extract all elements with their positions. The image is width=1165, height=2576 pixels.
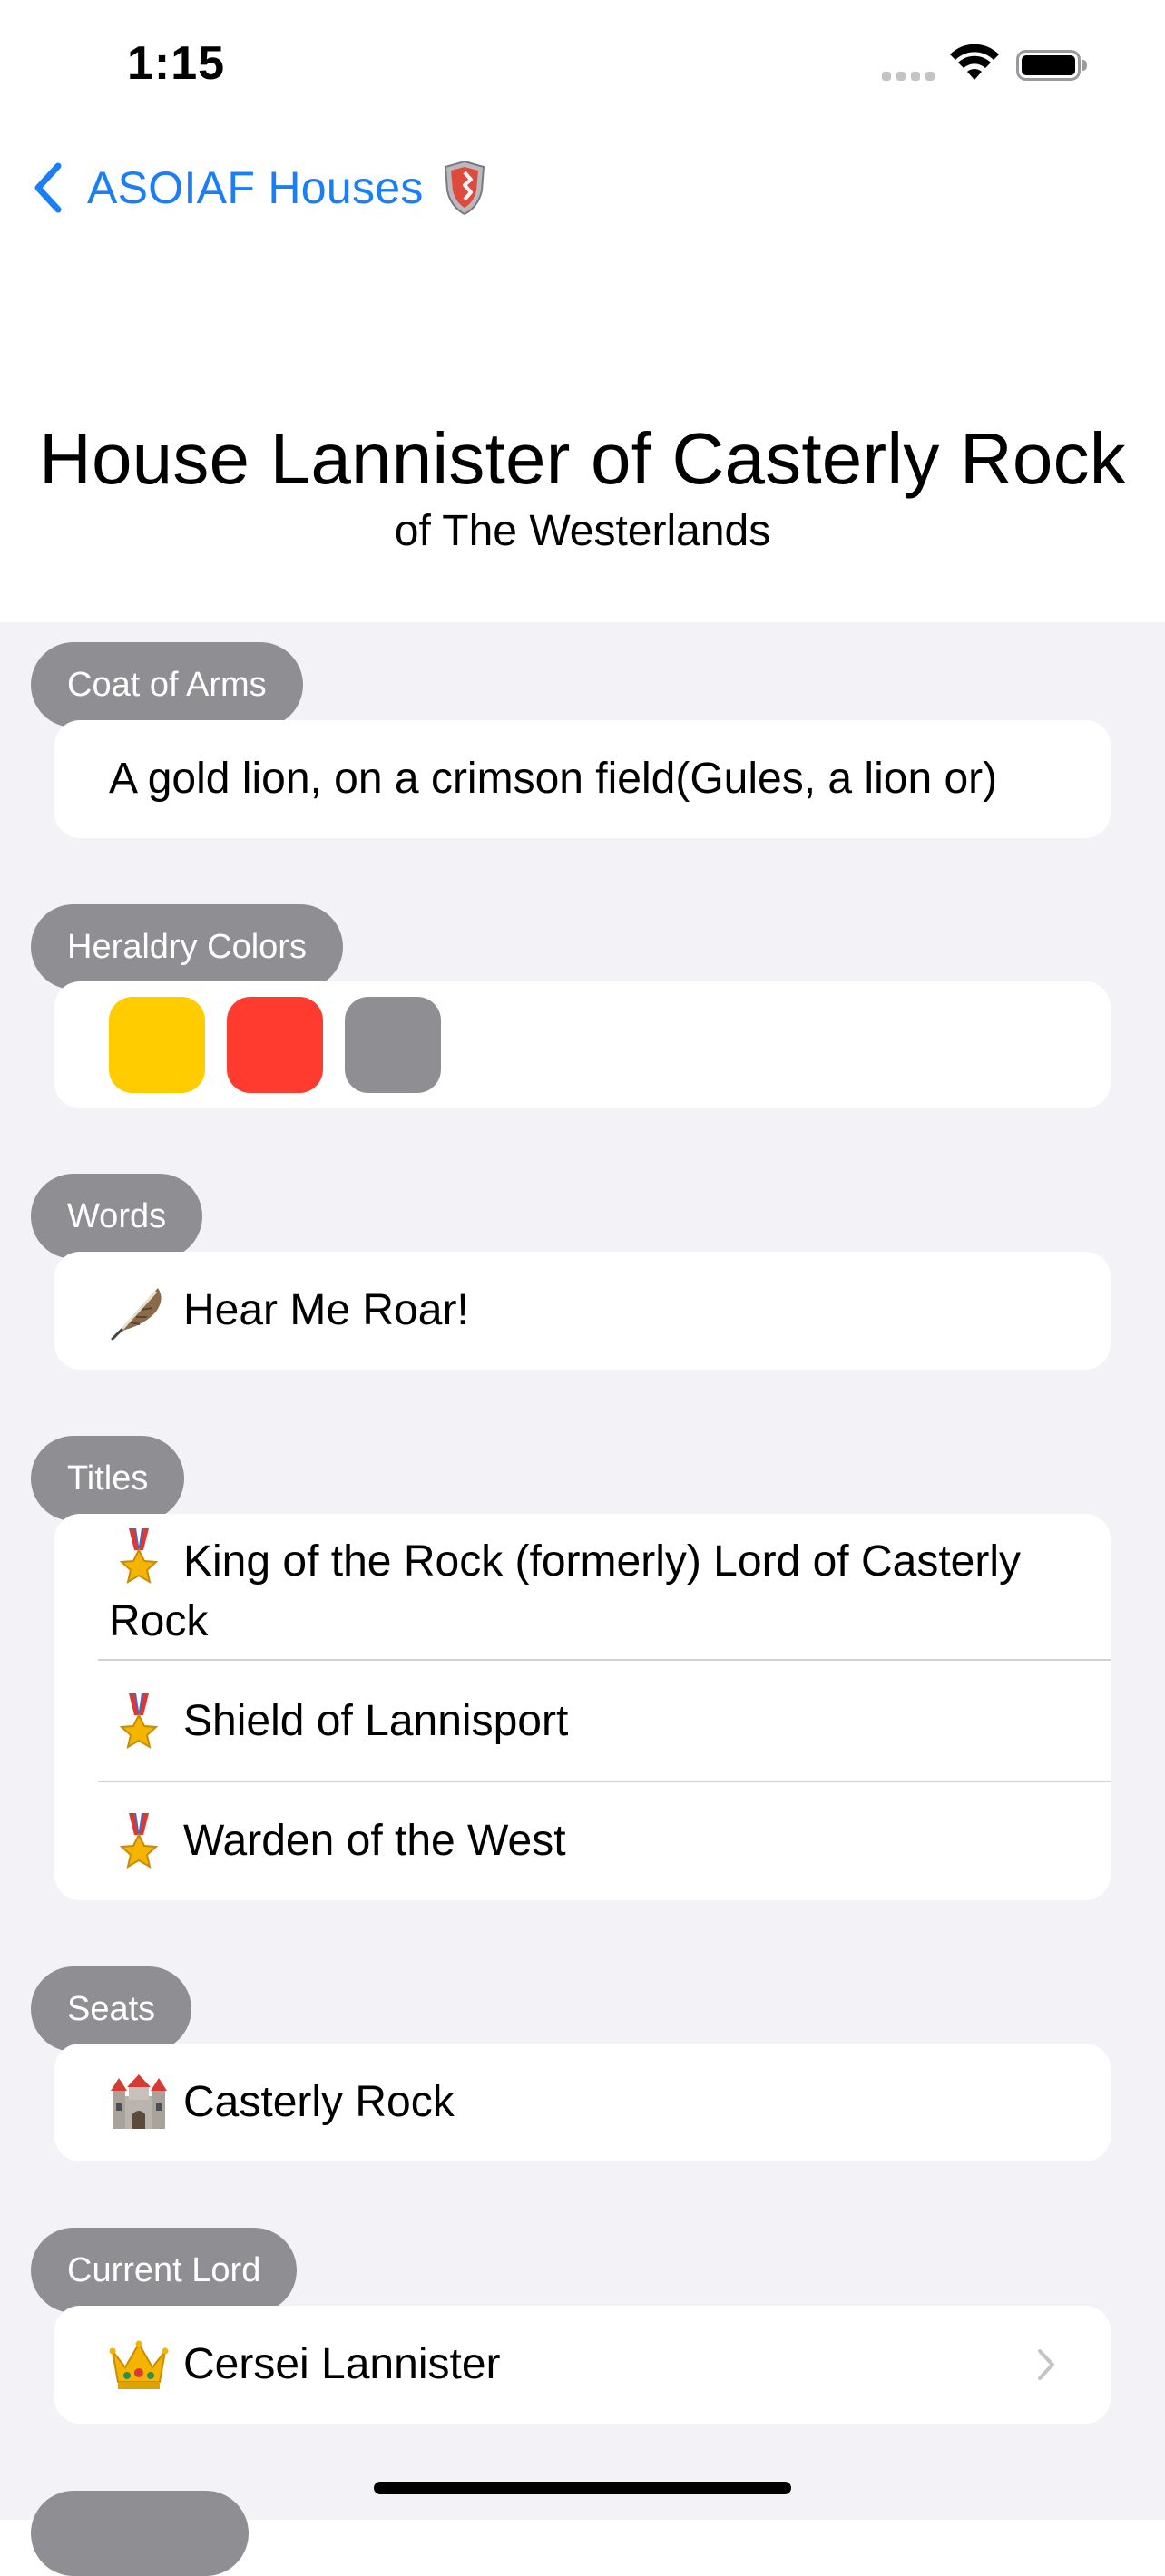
current-lord-row[interactable]: Cersei Lannister bbox=[54, 2306, 1111, 2424]
heraldry-color-swatch bbox=[345, 997, 441, 1093]
back-button-label: ASOIAF Houses bbox=[87, 162, 424, 213]
coat-of-arms-row: A gold lion, on a crimson field(Gules, a… bbox=[54, 720, 1111, 838]
title-row: Shield of Lannisport bbox=[54, 1661, 1111, 1782]
words-text: Hear Me Roar! bbox=[183, 1286, 469, 1334]
back-button[interactable]: ASOIAF Houses bbox=[31, 154, 485, 221]
castle-icon bbox=[111, 2074, 167, 2129]
heraldry-color-swatch bbox=[109, 997, 205, 1093]
title-row: Warden of the West bbox=[54, 1782, 1111, 1900]
words-row: Hear Me Roar! bbox=[54, 1252, 1111, 1370]
section-header-coat-of-arms: Coat of Arms bbox=[31, 642, 303, 727]
title-text: Shield of Lannisport bbox=[183, 1697, 569, 1745]
status-bar: 1:15 bbox=[0, 0, 1165, 127]
medal-icon bbox=[119, 1528, 159, 1585]
current-lord-name: Cersei Lannister bbox=[183, 2340, 501, 2388]
heraldry-colors-card bbox=[54, 981, 1111, 1108]
section-header-next bbox=[31, 2491, 249, 2576]
crown-icon bbox=[109, 2340, 169, 2389]
page-title: House Lannister of Casterly Rock bbox=[38, 418, 1127, 499]
title-text: King of the Rock (formerly) Lord of Cast… bbox=[109, 1537, 1021, 1645]
page-subtitle: of The Westerlands bbox=[394, 507, 771, 555]
seat-row: Casterly Rock bbox=[54, 2044, 1111, 2161]
words-card: Hear Me Roar! bbox=[54, 1252, 1111, 1370]
cellular-signal-icon bbox=[882, 72, 935, 81]
section-header-seats: Seats bbox=[31, 1966, 192, 2052]
shield-icon bbox=[444, 160, 485, 216]
titles-card: King of the Rock (formerly) Lord of Cast… bbox=[54, 1514, 1111, 1900]
section-header-titles: Titles bbox=[31, 1436, 185, 1521]
section-header-current-lord: Current Lord bbox=[31, 2228, 298, 2313]
wifi-icon bbox=[950, 44, 999, 80]
coat-of-arms-text: A gold lion, on a crimson field(Gules, a… bbox=[109, 755, 998, 803]
chevron-right-icon bbox=[1038, 2349, 1054, 2380]
chevron-left-icon bbox=[34, 162, 62, 213]
feather-icon bbox=[111, 1288, 162, 1341]
seat-text: Casterly Rock bbox=[183, 2078, 455, 2126]
medal-icon bbox=[119, 1693, 159, 1750]
battery-icon bbox=[1016, 50, 1087, 81]
heraldry-color-swatch bbox=[227, 997, 323, 1093]
section-header-words: Words bbox=[31, 1174, 203, 1259]
heraldry-swatches bbox=[54, 981, 1111, 1108]
home-indicator[interactable] bbox=[374, 2482, 791, 2494]
seats-card: Casterly Rock bbox=[54, 2044, 1111, 2161]
current-lord-card: Cersei Lannister bbox=[54, 2306, 1111, 2424]
section-header-heraldry-colors: Heraldry Colors bbox=[31, 904, 343, 990]
coat-of-arms-card: A gold lion, on a crimson field(Gules, a… bbox=[54, 720, 1111, 838]
title-row: King of the Rock (formerly) Lord of Cast… bbox=[54, 1514, 1111, 1661]
title-text: Warden of the West bbox=[183, 1817, 566, 1865]
medal-icon bbox=[119, 1813, 159, 1869]
status-time: 1:15 bbox=[127, 37, 226, 90]
